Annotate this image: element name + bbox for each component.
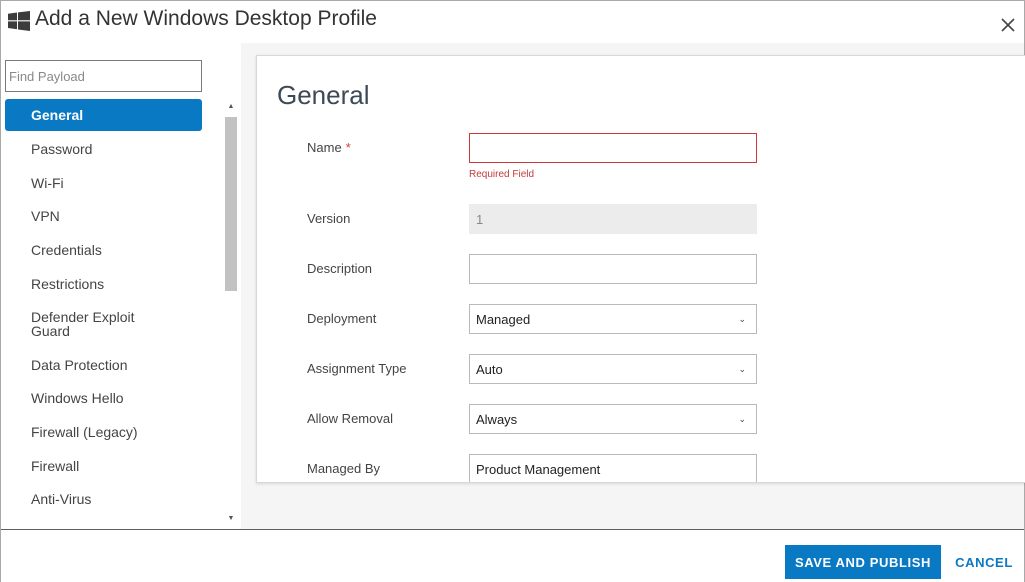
sidebar-item-wifi[interactable]: Wi-Fi xyxy=(5,166,202,199)
name-label-text: Name xyxy=(307,140,342,155)
payload-list: General Password Wi-Fi VPN Credentials R… xyxy=(5,99,202,516)
sidebar-item-label: Windows Hello xyxy=(31,390,124,406)
scroll-up-arrow-icon[interactable]: ▲ xyxy=(224,101,238,113)
sidebar-item-label: Data Protection xyxy=(31,356,128,373)
name-error-message: Required Field xyxy=(469,169,535,180)
chevron-down-icon: ⌄ xyxy=(738,313,746,324)
sidebar-item-label: Anti-Virus xyxy=(31,491,92,507)
name-field[interactable] xyxy=(469,133,757,163)
managed-by-label: Managed By xyxy=(307,461,380,476)
assignment-type-select[interactable]: Auto ⌄ xyxy=(469,354,757,384)
chevron-down-icon: ⌄ xyxy=(738,363,746,374)
sidebar-item-windows-hello[interactable]: Windows Hello xyxy=(5,381,202,415)
sidebar-item-data-protection[interactable]: Data Protection xyxy=(5,348,202,381)
name-label: Name * xyxy=(307,140,351,155)
sidebar-item-firewall-legacy[interactable]: Firewall (Legacy) xyxy=(5,415,202,449)
scroll-down-arrow-icon[interactable]: ▼ xyxy=(224,513,238,525)
profile-dialog: Add a New Windows Desktop Profile Genera… xyxy=(0,0,1025,582)
required-marker: * xyxy=(345,140,351,155)
sidebar-item-label: General xyxy=(31,107,84,123)
description-label: Description xyxy=(307,261,373,276)
dialog-header: Add a New Windows Desktop Profile xyxy=(1,1,1024,43)
version-field: 1 xyxy=(469,204,757,234)
sidebar-item-restrictions[interactable]: Restrictions xyxy=(5,267,202,300)
sidebar-item-label: Defender Exploit Guard xyxy=(31,309,135,339)
assignment-type-label: Assignment Type xyxy=(307,361,407,376)
deployment-select[interactable]: Managed ⌄ xyxy=(469,304,757,334)
section-title: General xyxy=(277,80,370,110)
sidebar-item-credentials[interactable]: Credentials xyxy=(5,233,202,267)
windows-logo-icon xyxy=(8,11,30,31)
dialog-footer: SAVE AND PUBLISH CANCEL xyxy=(1,529,1024,582)
sidebar-item-password[interactable]: Password xyxy=(5,132,202,166)
chevron-down-icon: ⌄ xyxy=(738,413,746,424)
scrollbar-thumb[interactable] xyxy=(225,117,237,291)
allow-removal-select[interactable]: Always ⌄ xyxy=(469,404,757,434)
deployment-value: Managed xyxy=(476,311,531,327)
sidebar-scrollbar[interactable]: ▲ ▼ xyxy=(224,101,238,525)
sidebar-item-general[interactable]: General xyxy=(5,99,202,131)
sidebar-item-label: Firewall xyxy=(31,457,80,474)
sidebar-item-label: Restrictions xyxy=(31,275,105,292)
sidebar-item-firewall[interactable]: Firewall xyxy=(5,449,202,482)
sidebar-item-label: Firewall (Legacy) xyxy=(31,424,138,440)
version-label: Version xyxy=(307,211,351,226)
assignment-type-value: Auto xyxy=(476,361,503,377)
dialog-title: Add a New Windows Desktop Profile xyxy=(35,7,377,30)
sidebar-item-label: Credentials xyxy=(31,242,102,258)
description-field[interactable] xyxy=(469,254,757,284)
cancel-button[interactable]: CANCEL xyxy=(954,545,1014,579)
allow-removal-label: Allow Removal xyxy=(307,411,393,426)
sidebar-item-label: VPN xyxy=(31,208,60,224)
sidebar-item-vpn[interactable]: VPN xyxy=(5,199,202,233)
find-payload-input[interactable] xyxy=(5,60,202,92)
save-and-publish-button[interactable]: SAVE AND PUBLISH xyxy=(785,545,941,579)
sidebar-item-defender-exploit-guard[interactable]: Defender Exploit Guard xyxy=(5,300,155,348)
managed-by-field[interactable]: Product Management xyxy=(469,454,757,482)
dialog-body: General Password Wi-Fi VPN Credentials R… xyxy=(1,43,1025,529)
sidebar-item-label: Wi-Fi xyxy=(31,174,64,191)
general-settings-panel: General Name * Required Field Version 1 D… xyxy=(256,55,1025,483)
close-icon[interactable] xyxy=(1000,17,1016,33)
sidebar-item-label: Password xyxy=(31,141,93,157)
allow-removal-value: Always xyxy=(476,411,518,427)
payload-sidebar: General Password Wi-Fi VPN Credentials R… xyxy=(1,43,241,529)
sidebar-item-anti-virus[interactable]: Anti-Virus xyxy=(5,482,202,516)
deployment-label: Deployment xyxy=(307,311,377,326)
